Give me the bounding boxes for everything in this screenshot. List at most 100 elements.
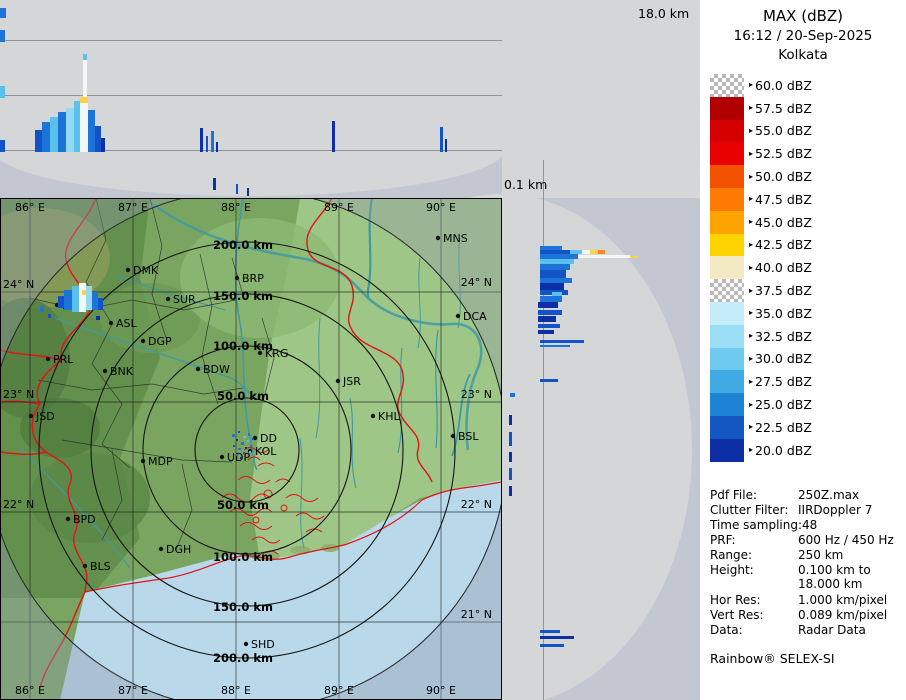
radar-echo [538, 316, 556, 322]
radar-echo [238, 431, 240, 433]
scale-tick-icon: ▸ [749, 287, 753, 295]
radar-echo [509, 415, 512, 425]
scale-swatch [710, 211, 744, 234]
scale-swatch [710, 370, 744, 393]
scale-swatch [710, 74, 744, 97]
scale-label: ▸40.0 dBZ [749, 260, 812, 275]
radar-echo [510, 393, 515, 397]
radar-echo [35, 130, 42, 152]
map-panel: 200.0 km150.0 km100.0 km50.0 km50.0 km10… [0, 198, 502, 700]
scale-label: ▸45.0 dBZ [749, 215, 812, 230]
timestamp: 16:12 / 20-Sep-2025 [700, 28, 906, 44]
scale-swatch [710, 279, 744, 302]
scale-tick-icon: ▸ [749, 264, 753, 272]
scale-swatch [710, 325, 744, 348]
radar-echo [540, 278, 572, 283]
info-value: 1.000 km/pixel [798, 593, 887, 607]
radar-echo [48, 314, 51, 318]
radar-echo [538, 310, 562, 315]
radar-echo [248, 433, 250, 436]
scale-tick-icon: ▸ [749, 150, 753, 158]
scale-row: ▸37.5 dBZ [710, 279, 906, 302]
scale-label: ▸42.5 dBZ [749, 237, 812, 252]
radar-echo [540, 296, 562, 302]
info-value: 600 Hz / 450 Hz [798, 533, 894, 547]
scale-swatch [710, 120, 744, 143]
lat-label: 24° N [461, 276, 492, 289]
software-brand: Rainbow® SELEX-SI [710, 651, 906, 666]
radar-echo [552, 292, 562, 296]
radar-echo [540, 283, 564, 290]
radar-echo [95, 126, 101, 152]
city-label: BSL [458, 430, 479, 443]
scale-tick-icon: ▸ [749, 218, 753, 226]
station-name: Kolkata [700, 47, 906, 63]
city-marker [103, 369, 107, 373]
city-marker [451, 434, 455, 438]
radar-echo [211, 131, 214, 152]
scale-label: ▸25.0 dBZ [749, 397, 812, 412]
radar-echo [540, 345, 570, 347]
lat-label: 22° N [461, 498, 492, 511]
city-label: UDP [227, 451, 251, 464]
radar-echo [236, 184, 238, 194]
scale-row: ▸52.5 dBZ [710, 142, 906, 165]
lat-label: 22° N [3, 498, 34, 511]
scale-tick-icon: ▸ [749, 195, 753, 203]
radar-echo [332, 121, 335, 152]
city-label: SHD [251, 638, 275, 651]
radar-echo [540, 250, 570, 254]
scale-label: ▸60.0 dBZ [749, 78, 812, 93]
info-label: Time sampling:48 [710, 518, 817, 532]
radar-echo [72, 286, 79, 312]
info-value: 250Z.max [798, 488, 859, 502]
scale-tick-icon: ▸ [749, 127, 753, 135]
scale-row: ▸50.0 dBZ [710, 165, 906, 188]
radar-echo [213, 178, 216, 190]
radar-echo [80, 97, 88, 103]
radar-echo [238, 448, 241, 450]
city-marker [159, 547, 163, 551]
lon-label: 86° E [15, 684, 45, 697]
radar-echo [236, 439, 238, 441]
range-ring-label: 150.0 km [213, 289, 273, 303]
radar-echo [240, 457, 242, 459]
lon-label: 88° E [221, 684, 251, 697]
city-label: DMK [133, 264, 159, 277]
scale-swatch [710, 234, 744, 257]
radar-echo [96, 316, 100, 320]
radar-echo [540, 254, 578, 259]
lat-label: 21° N [461, 608, 492, 621]
scale-swatch [710, 302, 744, 325]
radar-echo [590, 250, 598, 254]
radar-echo [540, 264, 570, 270]
city-marker [258, 351, 262, 355]
radar-echo [243, 452, 245, 454]
city-label: SUR [173, 293, 196, 306]
scale-swatch [710, 416, 744, 439]
scale-row: ▸25.0 dBZ [710, 393, 906, 416]
scale-swatch [710, 142, 744, 165]
range-ring-label: 150.0 km [213, 600, 273, 614]
radar-echo [445, 139, 447, 152]
info-row: Pdf File:250Z.max [710, 488, 906, 502]
radar-echo [64, 290, 72, 310]
radar-echo [440, 127, 443, 152]
lat-label: 23° N [461, 388, 492, 401]
info-value: Radar Data [798, 623, 866, 637]
scale-row: ▸47.5 dBZ [710, 188, 906, 211]
scale-label: ▸55.0 dBZ [749, 123, 812, 138]
scale-label: ▸27.5 dBZ [749, 374, 812, 389]
radar-echo [540, 636, 574, 639]
scale-tick-icon: ▸ [749, 378, 753, 386]
scale-row: ▸32.5 dBZ [710, 325, 906, 348]
radar-echo [509, 432, 512, 446]
info-row: PRF:600 Hz / 450 Hz [710, 533, 906, 547]
scale-tick-icon: ▸ [749, 401, 753, 409]
radar-echo [630, 256, 638, 258]
legend-panel: MAX (dBZ) 16:12 / 20-Sep-2025 Kolkata ▸6… [700, 0, 906, 700]
radar-echo [82, 290, 86, 295]
info-row: Time sampling:48 [710, 518, 906, 532]
city-label: MDP [148, 455, 173, 468]
info-row: Range:250 km [710, 548, 906, 562]
